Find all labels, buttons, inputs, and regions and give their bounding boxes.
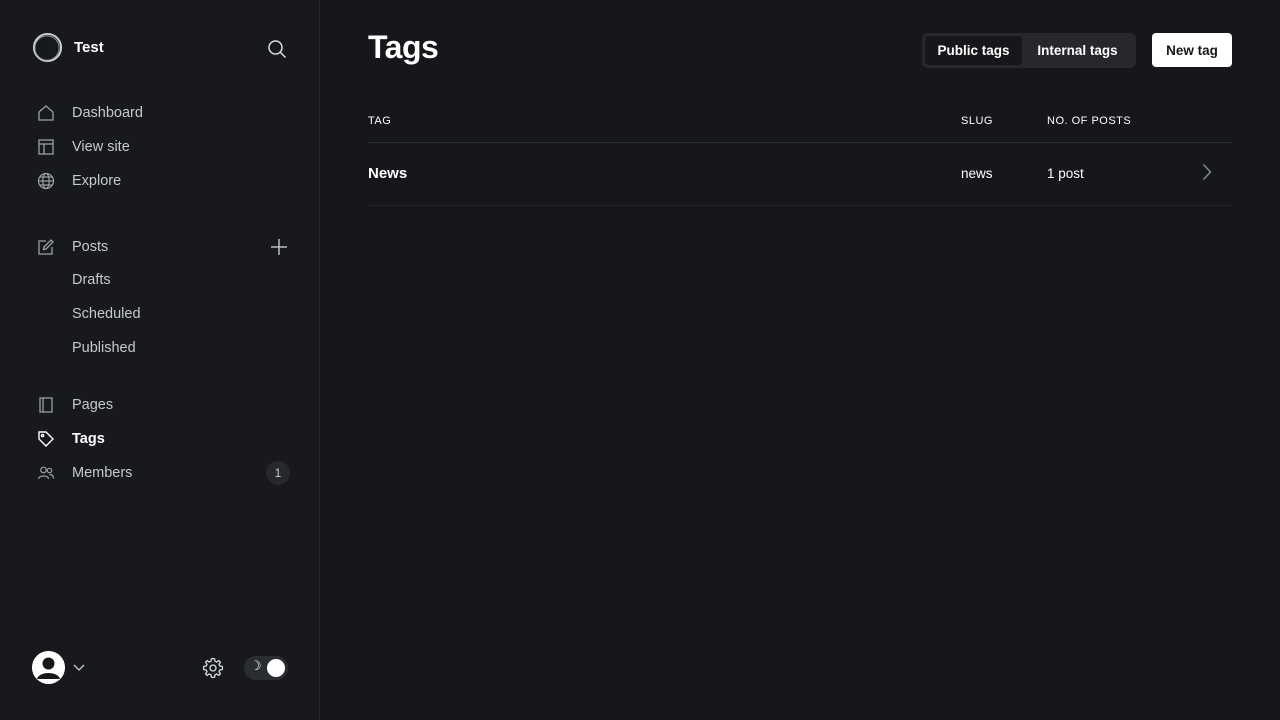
page-icon (36, 395, 56, 415)
globe-icon (36, 171, 56, 191)
nav-label: Tags (72, 431, 105, 447)
internal-tags-tab[interactable]: Internal tags (1022, 36, 1133, 65)
nav-posts[interactable]: Posts (36, 235, 256, 259)
nav-tags[interactable]: Tags (36, 427, 290, 451)
nav-label: Pages (72, 397, 114, 413)
tag-visibility-segmented-control: Public tags Internal tags (922, 33, 1136, 68)
home-icon (36, 103, 56, 123)
chevron-right-icon[interactable] (1199, 162, 1215, 182)
plus-icon (271, 239, 287, 255)
table-header: TAG SLUG NO. OF POSTS (368, 115, 1232, 143)
nav-members[interactable]: Members 1 (36, 461, 290, 485)
nav-label: Dashboard (72, 105, 143, 121)
tag-slug: news (961, 166, 993, 181)
nav-label: View site (72, 139, 130, 155)
nav-published[interactable]: Published (72, 340, 136, 356)
nav-label: Explore (72, 173, 122, 189)
chevron-down-icon (73, 664, 85, 671)
gear-icon (202, 657, 224, 679)
new-tag-button[interactable]: New tag (1152, 33, 1232, 67)
edit-icon (36, 237, 56, 257)
new-post-button[interactable] (268, 236, 290, 258)
members-count-badge: 1 (266, 461, 290, 485)
settings-button[interactable] (201, 656, 225, 680)
nav-pages[interactable]: Pages (36, 393, 290, 417)
main-content: Tags Public tags Internal tags New tag T… (320, 0, 1280, 720)
avatar (32, 651, 65, 684)
page-title: Tags (368, 29, 439, 65)
site-name: Test (74, 39, 104, 56)
nav-scheduled[interactable]: Scheduled (72, 306, 141, 322)
dark-mode-toggle[interactable]: ☽ (244, 656, 288, 680)
nav-label: Posts (72, 239, 109, 255)
nav-drafts[interactable]: Drafts (72, 272, 111, 288)
nav-view-site[interactable]: View site (36, 135, 290, 159)
column-header-tag: TAG (368, 115, 392, 127)
nav-dashboard[interactable]: Dashboard (36, 101, 290, 125)
search-button[interactable] (265, 37, 289, 61)
members-icon (36, 463, 56, 483)
toggle-knob (267, 659, 285, 677)
public-tags-tab[interactable]: Public tags (925, 36, 1022, 65)
tag-post-count[interactable]: 1 post (1047, 166, 1084, 181)
moon-icon: ☽ (250, 659, 262, 674)
table-row[interactable]: News news 1 post (368, 143, 1232, 206)
tag-icon (36, 429, 56, 449)
tag-name[interactable]: News (368, 165, 407, 182)
user-menu[interactable] (32, 651, 85, 684)
site-brand[interactable]: Test (32, 32, 104, 63)
site-logo-icon (32, 32, 63, 63)
search-icon (268, 40, 287, 59)
layout-icon (36, 137, 56, 157)
nav-label: Members (72, 465, 133, 481)
nav-explore[interactable]: Explore (36, 169, 290, 193)
sidebar: Test Dashboard View site Explore Posts D… (0, 0, 320, 720)
column-header-posts[interactable]: NO. OF POSTS (1047, 115, 1131, 127)
column-header-slug: SLUG (961, 115, 993, 127)
